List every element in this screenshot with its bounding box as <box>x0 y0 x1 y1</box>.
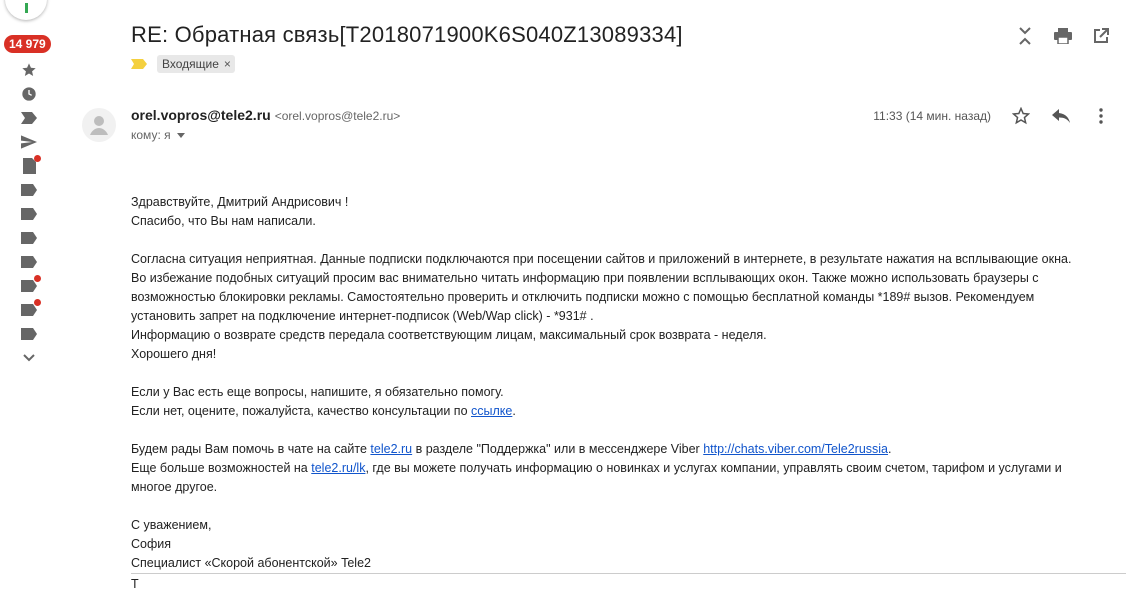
body-line: Во избежание подобных ситуаций просим ва… <box>131 271 1039 285</box>
star-icon[interactable] <box>1011 106 1031 126</box>
chat-line: Будем рады Вам помочь в чате на сайте te… <box>131 442 892 456</box>
reply-icon[interactable] <box>1051 106 1071 126</box>
signature-title: Специалист «Скорой абонентской» Tele2 <box>131 556 371 570</box>
draft-icon[interactable] <box>20 155 41 175</box>
body-line: Информацию о возврате средств передала с… <box>131 328 767 342</box>
caret-down-icon <box>176 132 185 138</box>
body-line: установить запрет на подключение интерне… <box>131 309 594 323</box>
clock-icon[interactable] <box>20 85 38 103</box>
label-row: Входящие × <box>131 55 235 73</box>
collapse-all-icon[interactable] <box>1015 26 1035 46</box>
body-line: многое другое. <box>131 480 218 494</box>
body-line: Хорошего дня! <box>131 347 217 361</box>
message-actions <box>1011 106 1111 126</box>
label-icon[interactable] <box>20 253 38 271</box>
sender-info: orel.vopros@tele2.ru <orel.vopros@tele2.r… <box>131 107 400 123</box>
tele2-lk-link[interactable]: tele2.ru/lk <box>311 461 365 475</box>
label-icon[interactable] <box>20 181 38 199</box>
open-in-new-window-icon[interactable] <box>1091 26 1111 46</box>
body-line: возможностью блокировки рекламы. Самосто… <box>131 290 1035 304</box>
print-icon[interactable] <box>1053 26 1073 46</box>
label-icon[interactable] <box>20 325 38 343</box>
sender-email: <orel.vopros@tele2.ru> <box>274 109 401 123</box>
label-icon[interactable] <box>20 299 41 319</box>
unread-count-badge: 14 979 <box>4 35 51 53</box>
notification-dot <box>34 299 41 306</box>
compose-button[interactable] <box>5 0 47 20</box>
header-actions <box>1015 26 1111 46</box>
label-icon[interactable] <box>20 229 38 247</box>
important-icon[interactable] <box>20 109 38 127</box>
important-marker-icon[interactable] <box>131 59 147 69</box>
more-options-icon[interactable] <box>1091 106 1111 126</box>
star-icon[interactable] <box>20 61 38 79</box>
divider <box>131 573 1126 574</box>
email-timestamp: 11:33 (14 мин. назад) <box>873 109 991 123</box>
rating-link[interactable]: ссылке <box>471 404 512 418</box>
email-body: Здравствуйте, Дмитрий Андрисович ! Спаси… <box>131 193 1121 573</box>
sender-name[interactable]: orel.vopros@tele2.ru <box>131 107 271 123</box>
send-icon[interactable] <box>20 133 38 151</box>
viber-link[interactable]: http://chats.viber.com/Tele2russia <box>703 442 888 456</box>
signature-line: С уважением, <box>131 518 212 532</box>
rating-line: Если нет, оцените, пожалуйста, качество … <box>131 404 516 418</box>
email-subject: RE: Обратная связь[T2018071900K6S040Z130… <box>131 22 683 47</box>
plus-icon <box>25 3 28 13</box>
body-line: Согласна ситуация неприятная. Данные под… <box>131 252 1072 266</box>
truncated-text: Т <box>131 577 139 591</box>
remove-label-button[interactable]: × <box>224 57 231 71</box>
avatar[interactable] <box>82 108 116 142</box>
label-chip-text: Входящие <box>162 57 219 71</box>
chevron-down-icon[interactable] <box>20 349 38 367</box>
recipient-details-toggle[interactable]: кому: я <box>131 128 185 142</box>
questions-line: Если у Вас есть еще вопросы, напишите, я… <box>131 385 504 399</box>
recipient-label: кому: я <box>131 128 171 142</box>
lk-line: Еще больше возможностей на tele2.ru/lk, … <box>131 461 1062 475</box>
thanks-line: Спасибо, что Вы нам написали. <box>131 214 316 228</box>
tele2-link[interactable]: tele2.ru <box>370 442 412 456</box>
signature-name: София <box>131 537 172 551</box>
label-icon[interactable] <box>20 205 38 223</box>
greeting: Здравствуйте, Дмитрий Андрисович ! <box>131 195 349 209</box>
label-chip-inbox[interactable]: Входящие × <box>157 55 235 73</box>
left-rail: 14 979 <box>0 0 60 584</box>
notification-dot <box>34 275 41 282</box>
label-icon[interactable] <box>20 275 41 295</box>
notification-dot <box>34 155 41 162</box>
